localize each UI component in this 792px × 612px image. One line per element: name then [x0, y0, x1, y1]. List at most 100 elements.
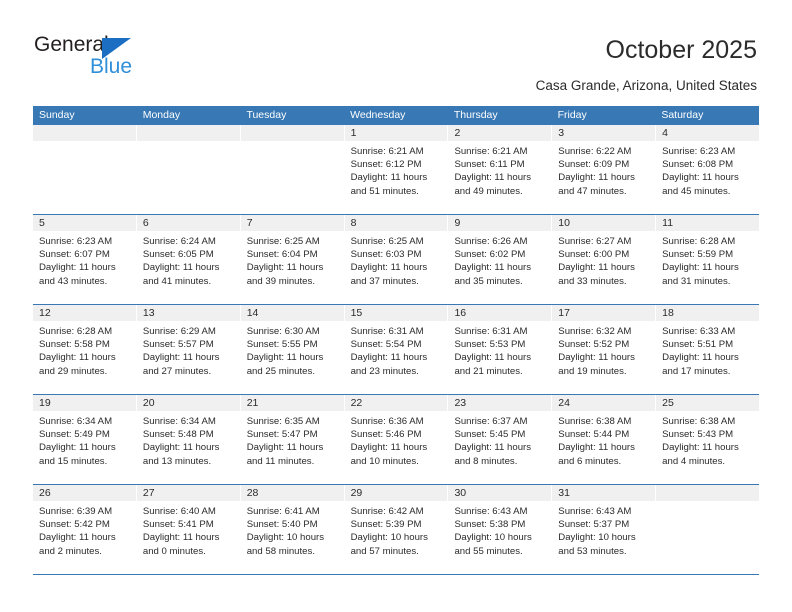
calendar-day-cell[interactable]: 11 Sunrise: 6:28 AM Sunset: 5:59 PM Dayligh…: [656, 215, 760, 304]
day-number: [656, 485, 760, 501]
general-blue-logo: General Blue: [34, 33, 194, 81]
calendar-day-cell[interactable]: 26 Sunrise: 6:39 AM Sunset: 5:42 PM Dayligh…: [33, 485, 137, 574]
day-number: 1: [344, 125, 448, 141]
day-detail-line: Daylight: 11 hours: [246, 442, 324, 454]
day-detail-line: Sunrise: 6:32 AM: [558, 326, 632, 337]
calendar-day-cell[interactable]: 1 Sunrise: 6:21 AM Sunset: 6:12 PM Daylight…: [344, 125, 449, 214]
day-detail-line: and 6 minutes.: [558, 455, 622, 467]
day-detail-line: Sunrise: 6:26 AM: [454, 236, 528, 247]
calendar-day-cell[interactable]: 9 Sunrise: 6:26 AM Sunset: 6:02 PM Daylight…: [448, 215, 553, 304]
day-detail-line: Sunset: 5:39 PM: [350, 519, 422, 531]
day-detail-line: and 43 minutes.: [39, 275, 108, 287]
day-detail-line: Daylight: 11 hours: [662, 172, 739, 184]
logo-blue-text: Blue: [90, 55, 133, 78]
day-detail-line: and 8 minutes.: [454, 455, 518, 467]
day-detail-line: and 53 minutes.: [558, 545, 627, 557]
day-detail-line: Sunrise: 6:28 AM: [39, 326, 113, 337]
calendar-day-cell[interactable]: 10 Sunrise: 6:27 AM Sunset: 6:00 PM Dayligh…: [552, 215, 657, 304]
day-detail-line: Sunrise: 6:42 AM: [350, 506, 424, 517]
day-number: 14: [240, 305, 344, 321]
day-detail-line: Sunrise: 6:30 AM: [246, 326, 320, 337]
calendar-week-row: 1 Sunrise: 6:21 AM Sunset: 6:12 PM Daylight…: [33, 125, 760, 215]
calendar-day-cell[interactable]: 8 Sunrise: 6:25 AM Sunset: 6:03 PM Daylight…: [344, 215, 449, 304]
calendar-day-cell[interactable]: 15 Sunrise: 6:31 AM Sunset: 5:54 PM Dayligh…: [344, 305, 449, 394]
day-detail-line: Daylight: 11 hours: [350, 172, 428, 184]
calendar-day-cell[interactable]: 30 Sunrise: 6:43 AM Sunset: 5:38 PM Dayligh…: [448, 485, 553, 574]
day-details: Sunrise: 6:37 AM Sunset: 5:45 PM Daylight:…: [448, 411, 551, 468]
day-detail-line: Daylight: 11 hours: [558, 172, 635, 184]
calendar-day-cell[interactable]: 2 Sunrise: 6:21 AM Sunset: 6:11 PM Daylight…: [448, 125, 553, 214]
day-detail-line: Sunrise: 6:27 AM: [558, 236, 632, 247]
day-details: Sunrise: 6:34 AM Sunset: 5:49 PM Daylight:…: [33, 411, 136, 468]
day-detail-line: Sunrise: 6:37 AM: [454, 416, 528, 427]
day-detail-line: Sunset: 6:00 PM: [558, 249, 630, 261]
day-detail-line: Sunrise: 6:29 AM: [142, 326, 216, 337]
day-detail-line: Daylight: 11 hours: [350, 262, 428, 274]
day-detail-line: Daylight: 11 hours: [39, 352, 116, 364]
calendar-day-cell[interactable]: 7 Sunrise: 6:25 AM Sunset: 6:04 PM Daylight…: [240, 215, 345, 304]
day-detail-line: Sunrise: 6:21 AM: [350, 146, 424, 157]
day-detail-line: Sunrise: 6:35 AM: [246, 416, 320, 427]
day-detail-line: and 58 minutes.: [246, 545, 315, 557]
calendar-day-cell-empty: [656, 485, 760, 574]
calendar-day-cell[interactable]: 22 Sunrise: 6:36 AM Sunset: 5:46 PM Dayligh…: [344, 395, 449, 484]
day-details: Sunrise: 6:26 AM Sunset: 6:02 PM Daylight:…: [448, 231, 551, 288]
calendar-day-cell[interactable]: 3 Sunrise: 6:22 AM Sunset: 6:09 PM Daylight…: [552, 125, 657, 214]
calendar-day-cell[interactable]: 21 Sunrise: 6:35 AM Sunset: 5:47 PM Dayligh…: [240, 395, 345, 484]
day-detail-line: and 51 minutes.: [350, 185, 419, 197]
calendar-day-cell[interactable]: 28 Sunrise: 6:41 AM Sunset: 5:40 PM Dayligh…: [240, 485, 345, 574]
day-detail-line: Sunrise: 6:33 AM: [662, 326, 736, 337]
calendar-day-cell-empty: [33, 125, 137, 214]
calendar-day-cell[interactable]: 29 Sunrise: 6:42 AM Sunset: 5:39 PM Dayligh…: [344, 485, 449, 574]
day-detail-line: Sunset: 5:41 PM: [142, 519, 214, 531]
calendar-day-cell[interactable]: 31 Sunrise: 6:43 AM Sunset: 5:37 PM Dayligh…: [552, 485, 657, 574]
day-number: 11: [656, 215, 760, 231]
day-detail-line: Sunset: 5:47 PM: [246, 429, 318, 441]
calendar-day-cell[interactable]: 23 Sunrise: 6:37 AM Sunset: 5:45 PM Dayligh…: [448, 395, 553, 484]
calendar-day-cell[interactable]: 18 Sunrise: 6:33 AM Sunset: 5:51 PM Dayligh…: [656, 305, 760, 394]
day-details: Sunrise: 6:25 AM Sunset: 6:03 PM Daylight:…: [345, 231, 448, 288]
calendar-day-cell[interactable]: 25 Sunrise: 6:38 AM Sunset: 5:43 PM Dayligh…: [656, 395, 760, 484]
calendar-day-cell[interactable]: 6 Sunrise: 6:24 AM Sunset: 6:05 PM Daylight…: [136, 215, 241, 304]
day-number: [240, 125, 344, 141]
day-detail-line: Daylight: 10 hours: [350, 532, 428, 544]
day-detail-line: Sunrise: 6:34 AM: [39, 416, 113, 427]
day-detail-line: Daylight: 11 hours: [142, 532, 220, 544]
day-details: Sunrise: 6:29 AM Sunset: 5:57 PM Daylight:…: [137, 321, 240, 378]
day-detail-line: Sunset: 5:38 PM: [454, 519, 526, 531]
calendar-day-cell[interactable]: 14 Sunrise: 6:30 AM Sunset: 5:55 PM Dayligh…: [240, 305, 345, 394]
day-details: Sunrise: 6:34 AM Sunset: 5:48 PM Daylight:…: [137, 411, 240, 468]
calendar-week-row: 26 Sunrise: 6:39 AM Sunset: 5:42 PM Dayligh…: [33, 485, 760, 575]
day-detail-line: Sunset: 5:52 PM: [558, 339, 630, 351]
day-detail-line: and 27 minutes.: [142, 365, 212, 377]
calendar-day-cell[interactable]: 24 Sunrise: 6:38 AM Sunset: 5:44 PM Dayligh…: [552, 395, 657, 484]
day-details: Sunrise: 6:32 AM Sunset: 5:52 PM Daylight:…: [552, 321, 655, 378]
day-number: 10: [552, 215, 656, 231]
day-detail-line: Daylight: 11 hours: [39, 262, 116, 274]
day-detail-line: and 23 minutes.: [350, 365, 419, 377]
calendar-day-cell[interactable]: 19 Sunrise: 6:34 AM Sunset: 5:49 PM Dayligh…: [33, 395, 137, 484]
weekday-header-sunday: Sunday: [39, 109, 75, 121]
day-detail-line: Sunrise: 6:24 AM: [142, 236, 216, 247]
calendar-day-cell[interactable]: 16 Sunrise: 6:31 AM Sunset: 5:53 PM Dayligh…: [448, 305, 553, 394]
calendar-day-cell[interactable]: 20 Sunrise: 6:34 AM Sunset: 5:48 PM Dayligh…: [136, 395, 241, 484]
day-details: Sunrise: 6:38 AM Sunset: 5:44 PM Daylight:…: [552, 411, 655, 468]
calendar-day-cell[interactable]: 13 Sunrise: 6:29 AM Sunset: 5:57 PM Dayligh…: [136, 305, 241, 394]
day-detail-line: Sunrise: 6:31 AM: [454, 326, 528, 337]
day-number: 9: [448, 215, 552, 231]
calendar-day-cell[interactable]: 5 Sunrise: 6:23 AM Sunset: 6:07 PM Daylight…: [33, 215, 137, 304]
day-detail-line: Daylight: 11 hours: [662, 442, 739, 454]
calendar-day-cell[interactable]: 17 Sunrise: 6:32 AM Sunset: 5:52 PM Dayligh…: [552, 305, 657, 394]
day-detail-line: Sunrise: 6:31 AM: [350, 326, 424, 337]
day-detail-line: Sunset: 5:48 PM: [142, 429, 214, 441]
calendar-day-cell[interactable]: 4 Sunrise: 6:23 AM Sunset: 6:08 PM Daylight…: [656, 125, 760, 214]
day-detail-line: Daylight: 11 hours: [454, 172, 532, 184]
day-number: 22: [344, 395, 448, 411]
day-detail-line: and 49 minutes.: [454, 185, 523, 197]
day-detail-line: and 4 minutes.: [662, 455, 726, 467]
day-detail-line: Sunset: 5:51 PM: [662, 339, 734, 351]
day-number: 31: [552, 485, 656, 501]
calendar-day-cell[interactable]: 27 Sunrise: 6:40 AM Sunset: 5:41 PM Dayligh…: [136, 485, 241, 574]
day-detail-line: and 39 minutes.: [246, 275, 315, 287]
calendar-day-cell[interactable]: 12 Sunrise: 6:28 AM Sunset: 5:58 PM Dayligh…: [33, 305, 137, 394]
